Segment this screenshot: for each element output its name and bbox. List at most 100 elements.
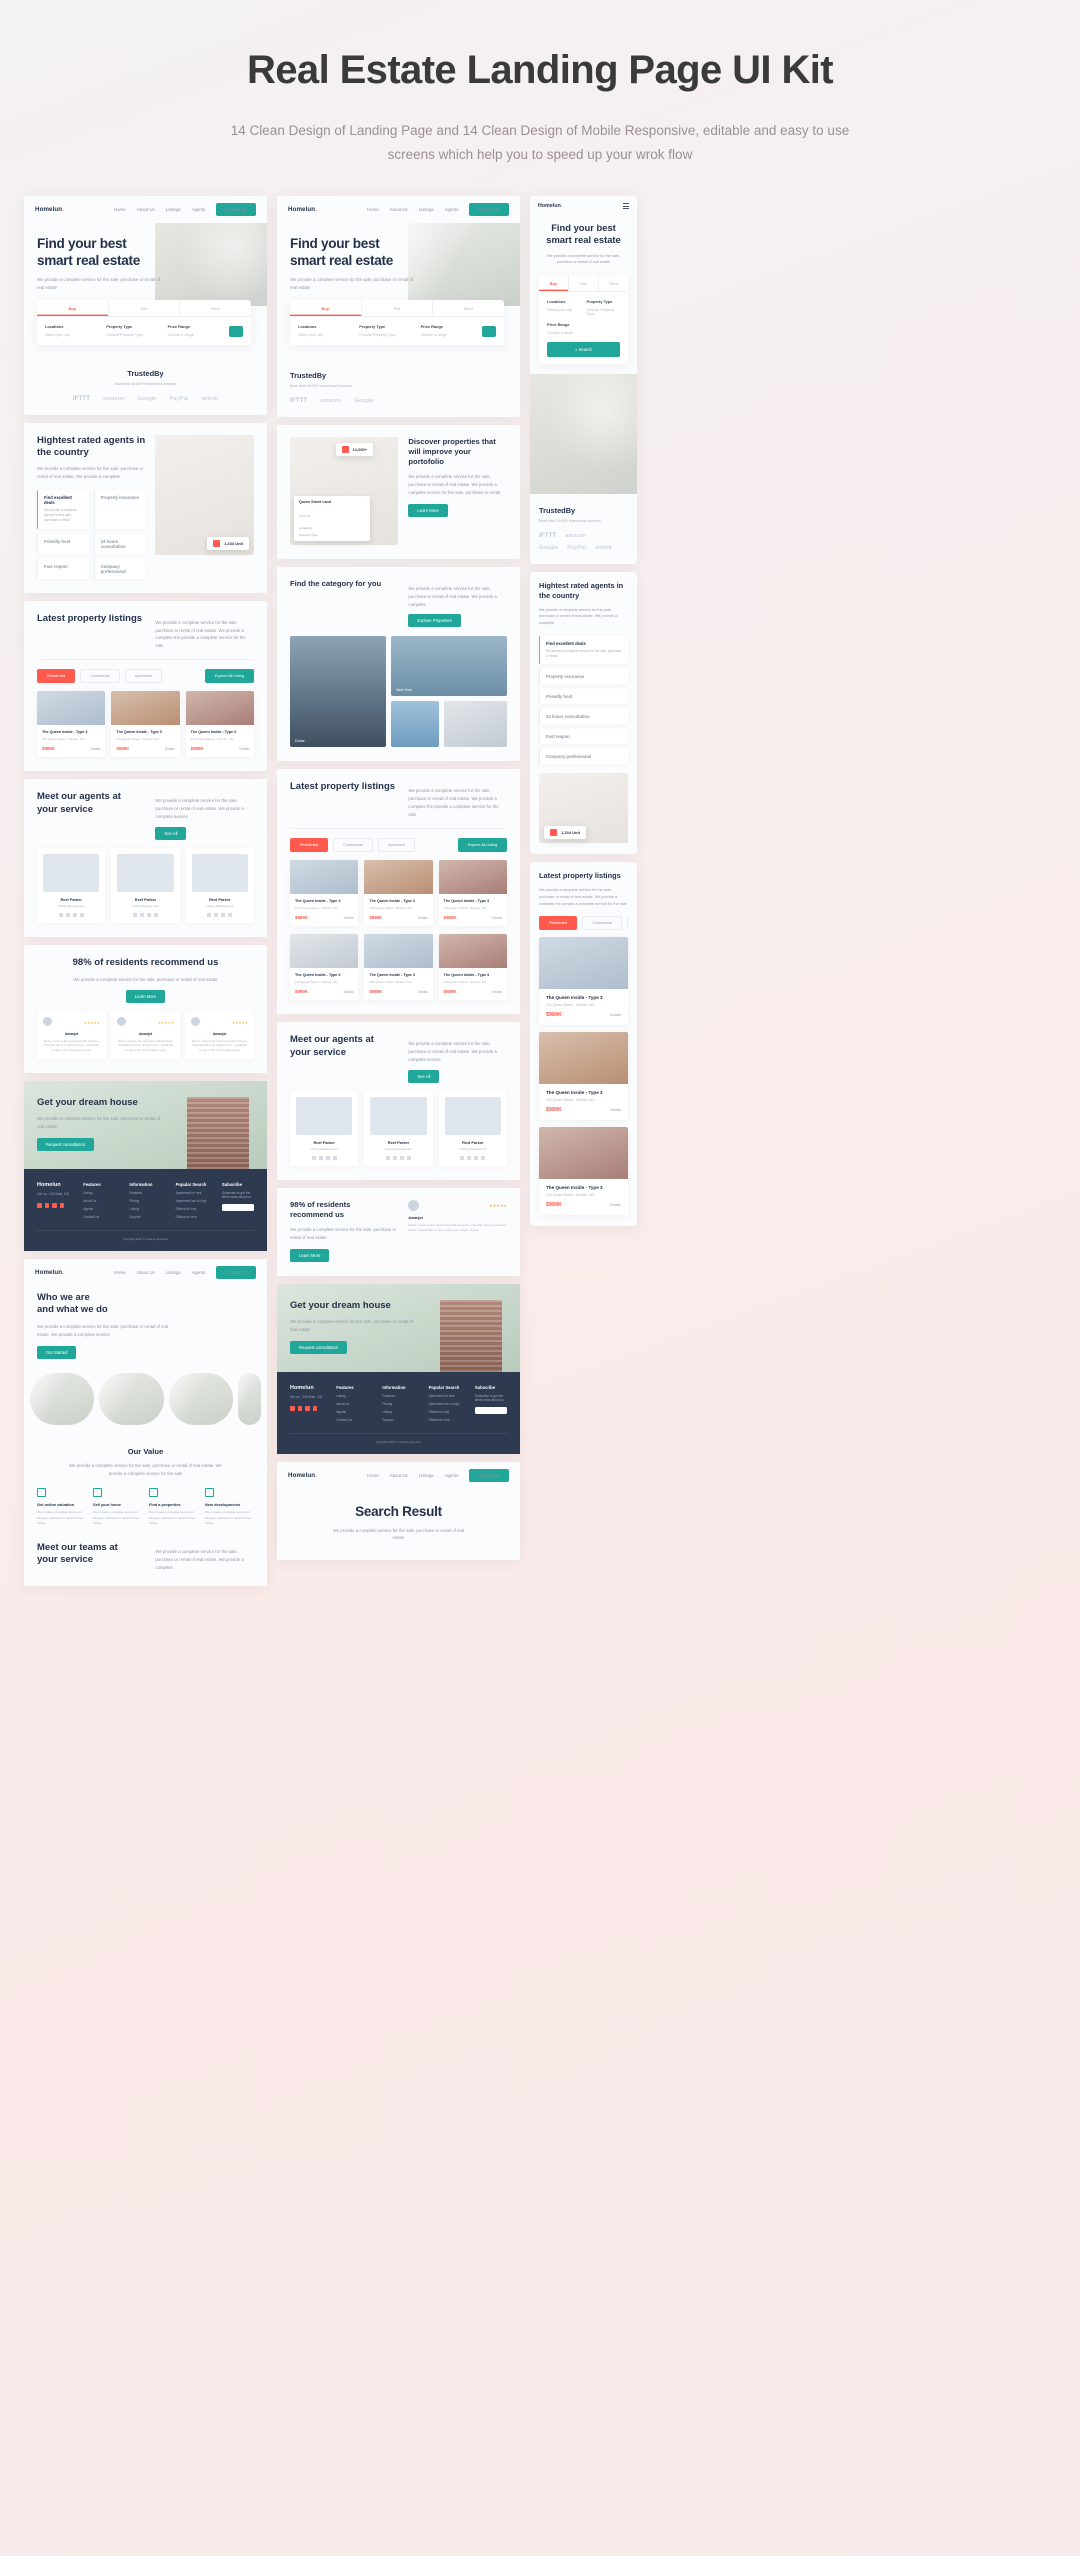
listing-card[interactable]: The Queen Inside - Type 3 123 Queen Stre… [290, 860, 359, 927]
search-field-price-range[interactable]: Price Range Choose a range [421, 324, 476, 337]
agent-card[interactable]: Rezf Parker Listing Management [438, 1091, 507, 1167]
listing-details-link[interactable]: Details [239, 747, 249, 751]
facebook-icon[interactable] [290, 1406, 295, 1411]
facebook-icon[interactable] [37, 1203, 42, 1208]
facebook-icon[interactable] [311, 1156, 316, 1161]
feature-find-deals[interactable]: Find excellent deals We provide a comple… [37, 490, 89, 529]
nav-item-home[interactable]: Home [367, 207, 379, 212]
nav-item-listings[interactable]: Listings [419, 1473, 434, 1478]
price-range-select[interactable]: Choose a range [547, 331, 620, 335]
listing-card[interactable]: The Queen Inside - Type 3 123 Queen Stre… [185, 691, 254, 758]
search-field-price-range[interactable]: Price Range Choose a range [547, 322, 620, 335]
feature-find-deals[interactable]: Find excellent deals We provide a comple… [539, 636, 628, 665]
facebook-icon[interactable] [207, 913, 212, 918]
twitter-icon[interactable] [325, 1156, 330, 1161]
linkedin-icon[interactable] [228, 913, 233, 918]
explore-all-listing-button[interactable]: Explore All Listing [204, 669, 254, 684]
nav-item-listings[interactable]: Listings [166, 207, 181, 212]
instagram-icon[interactable] [65, 913, 70, 918]
twitter-icon[interactable] [399, 1156, 404, 1161]
search-tab-sell[interactable]: Sell [362, 299, 434, 316]
search-field-price-range[interactable]: Price Range Choose a range [168, 324, 223, 337]
category-tile-newyork[interactable]: New York [391, 636, 507, 697]
nav-item-home[interactable]: Home [114, 207, 126, 212]
footer-link[interactable]: Apartment low to high [176, 1199, 208, 1203]
nav-item-about[interactable]: About Us [137, 207, 155, 212]
footer-link[interactable]: Support [382, 1418, 414, 1422]
search-field-property-type[interactable]: Property Type Choose Property Type [359, 324, 414, 337]
locations-input[interactable]: Select your city [45, 333, 100, 337]
listing-details-link[interactable]: Details [91, 747, 101, 751]
agent-card[interactable]: Rezf Parker Listing Management [185, 848, 254, 924]
footer-link[interactable]: Agents [83, 1207, 115, 1211]
price-range-select[interactable]: Choose a range [168, 333, 223, 337]
footer-link[interactable]: Features [129, 1191, 161, 1195]
footer-link[interactable]: Apartment for rent [176, 1191, 208, 1195]
contact-us-button[interactable]: Contact Us [469, 1469, 509, 1483]
listing-details-link[interactable]: Details [610, 1013, 621, 1017]
property-type-select[interactable]: Choose Property Type [106, 333, 161, 337]
footer-link[interactable]: Listing [336, 1394, 368, 1398]
tab-residential[interactable]: Residential [37, 669, 76, 684]
tab-residential[interactable]: Residential [539, 916, 578, 931]
brand-logo[interactable]: Homelun. [538, 203, 562, 209]
property-type-select[interactable]: Choose Property Type [587, 308, 621, 316]
category-tile-building[interactable] [444, 701, 507, 748]
facebook-icon[interactable] [58, 913, 63, 918]
footer-link[interactable]: Offices for buy [429, 1410, 461, 1414]
listing-details-link[interactable]: Details [610, 1203, 621, 1207]
tab-apartment[interactable]: Apartment [626, 916, 628, 931]
footer-link[interactable]: Support [129, 1215, 161, 1219]
footer-link[interactable]: About Us [83, 1199, 115, 1203]
contact-us-button[interactable]: Contact Us [216, 1266, 256, 1280]
tab-residential[interactable]: Residential [290, 838, 329, 853]
listing-details-link[interactable]: Details [344, 916, 354, 920]
facebook-icon[interactable] [132, 913, 137, 918]
footer-link[interactable]: About Us [336, 1402, 368, 1406]
listing-card[interactable]: The Queen Inside - Type 3 123 Queen Stre… [364, 934, 433, 1001]
discover-learn-more-button[interactable]: Learn More [408, 503, 448, 517]
feature-property-insurance[interactable]: Property insurance [93, 490, 146, 529]
footer-link[interactable]: Features [382, 1394, 414, 1398]
nav-item-agents[interactable]: Agents [192, 207, 206, 212]
footer-link[interactable]: Contact Us [83, 1215, 115, 1219]
see-all-button[interactable]: See All [408, 1070, 440, 1084]
nav-item-about[interactable]: About Us [137, 1270, 155, 1275]
search-tab-sell[interactable]: Sell [569, 275, 599, 292]
instagram-icon[interactable] [297, 1406, 302, 1411]
brand-logo[interactable]: Homelun. [288, 206, 317, 213]
footer-link[interactable]: Offices for buy [176, 1207, 208, 1211]
linkedin-icon[interactable] [59, 1203, 64, 1208]
listing-card[interactable]: The Queen Inside - Type 3 123 Queen Stre… [364, 860, 433, 927]
footer-link[interactable]: Listing [382, 1410, 414, 1414]
instagram-icon[interactable] [392, 1156, 397, 1161]
footer-link[interactable]: Offices for rent [176, 1215, 208, 1219]
instagram-icon[interactable] [214, 913, 219, 918]
twitter-icon[interactable] [305, 1406, 310, 1411]
feature-24h-consultation[interactable]: 24 hours consultation [93, 533, 146, 554]
footer-link[interactable]: Offices for rent [429, 1418, 461, 1422]
search-field-property-type[interactable]: Property Type Choose Property Type [106, 324, 161, 337]
listing-card[interactable]: The Queen Inside - Type 3 123 Queen Stre… [438, 934, 507, 1001]
price-range-select[interactable]: Choose a range [421, 333, 476, 337]
footer-link[interactable]: Agents [336, 1410, 368, 1414]
request-consultation-button[interactable]: Request consultation [37, 1138, 95, 1152]
feature-company-professional[interactable]: Company professional [539, 749, 628, 765]
facebook-icon[interactable] [385, 1156, 390, 1161]
contact-us-button[interactable]: Contact Us [469, 203, 509, 216]
hamburger-menu-icon[interactable] [623, 202, 629, 210]
linkedin-icon[interactable] [79, 913, 84, 918]
listing-card[interactable]: The Queen Inside - Type 3 123 Queen Stre… [37, 691, 106, 758]
footer-link[interactable]: Listing [129, 1207, 161, 1211]
search-field-location[interactable]: Locations Select your city [45, 324, 100, 337]
search-tab-rent[interactable]: Rent [599, 275, 628, 291]
listing-details-link[interactable]: Details [418, 990, 428, 994]
footer-link[interactable]: Apartment for rent [429, 1394, 461, 1398]
twitter-icon[interactable] [221, 913, 226, 918]
nav-item-listings[interactable]: Listings [166, 1270, 181, 1275]
mobile-search-button[interactable]: ⌕ Search [547, 342, 620, 358]
feature-24h-consultation[interactable]: 24 hours consultation [539, 709, 628, 725]
agent-card[interactable]: Rezf Parker Listing Management [364, 1091, 433, 1167]
nav-item-agents[interactable]: Agents [192, 1270, 206, 1275]
contact-us-button[interactable]: Contact Us [216, 203, 256, 216]
